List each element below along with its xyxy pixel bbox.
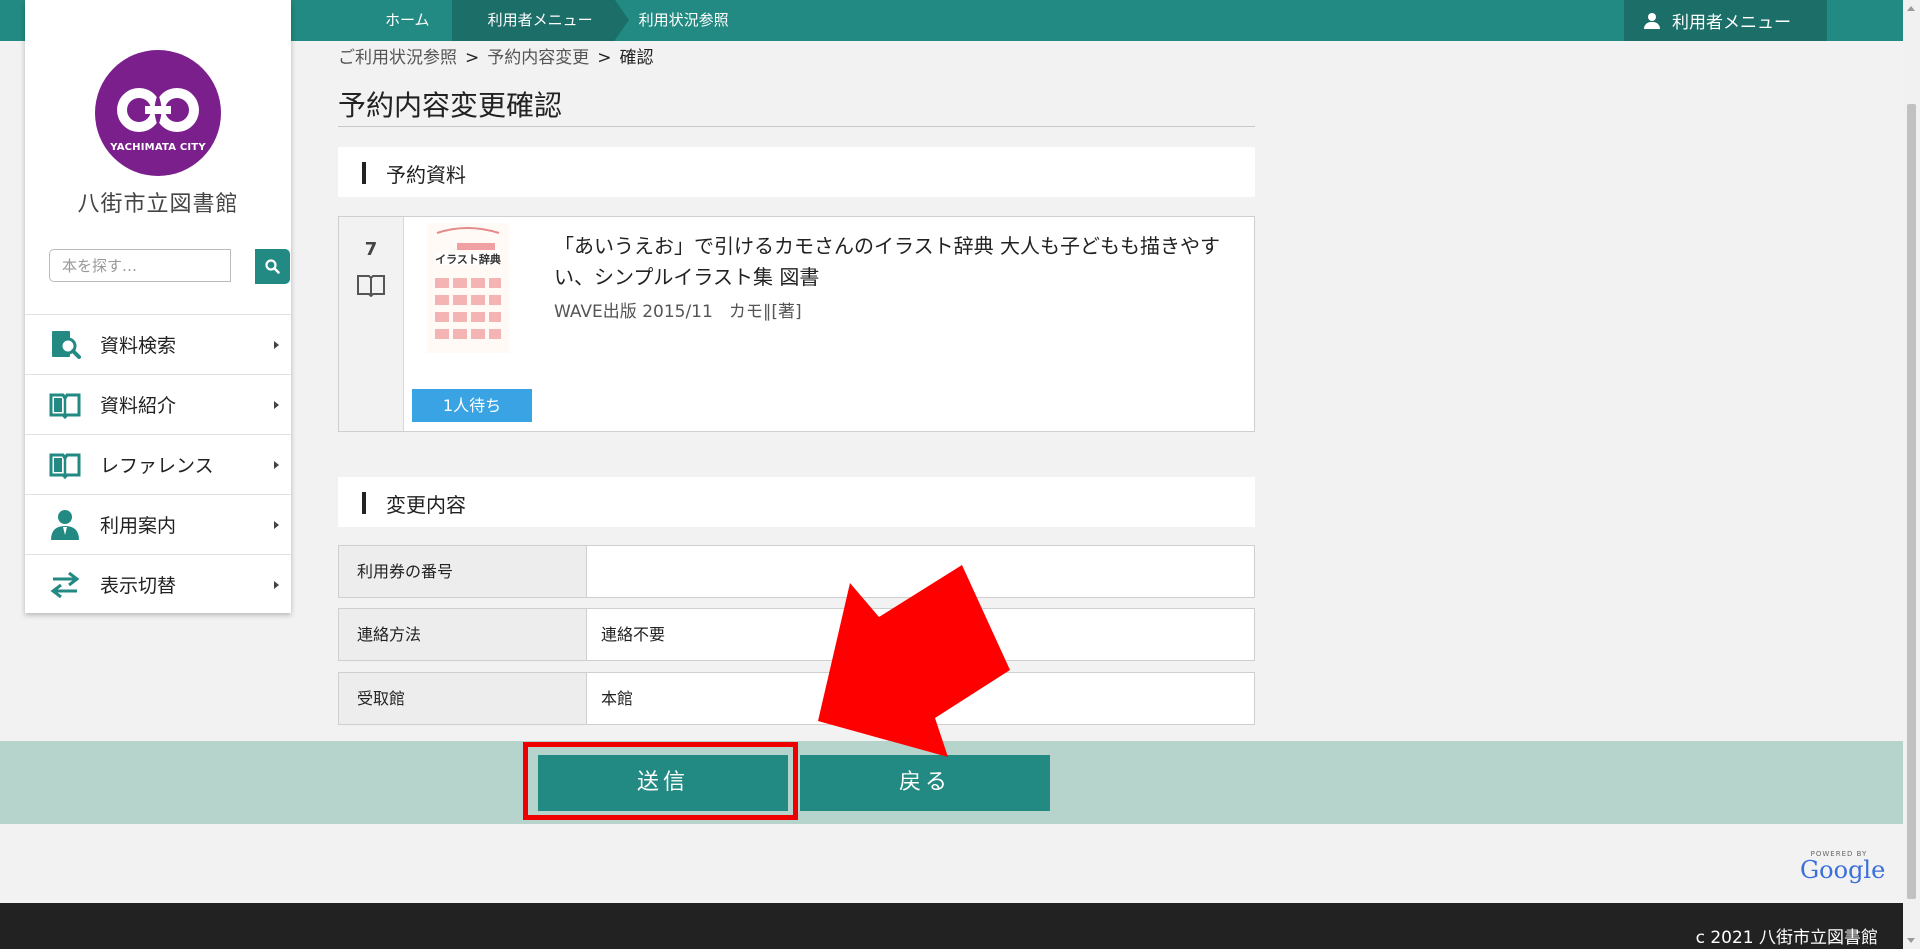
sidebar-item-display-switch[interactable]: 表示切替 — [25, 554, 291, 614]
top-breadcrumb: ホーム 利用者メニュー 利用状況参照 — [363, 0, 751, 41]
field-row-pickup-library: 受取館 本館 — [338, 672, 1255, 725]
search-input[interactable] — [49, 249, 231, 282]
top-crumb-home[interactable]: ホーム — [363, 0, 452, 41]
sidebar: YACHIMATA CITY 八街市立図書館 資料検索 — [25, 0, 291, 613]
breadcrumb: ご利用状況参照 > 予約内容変更 > 確認 — [338, 43, 654, 68]
chevron-right-icon — [274, 340, 279, 349]
field-label: 連絡方法 — [339, 609, 587, 660]
book-title[interactable]: 「あいうえお」で引けるカモさんのイラスト辞典 大人も子どもも描きやすい、シンプル… — [554, 231, 1244, 293]
field-value: 連絡不要 — [601, 625, 666, 644]
highlight-box — [523, 742, 798, 820]
reserved-section-heading: 予約資料 — [338, 147, 1255, 197]
google-logo-text: Google — [1800, 856, 1886, 884]
field-label: 受取館 — [339, 673, 587, 724]
breadcrumb-usage[interactable]: ご利用状況参照 — [338, 48, 457, 68]
book-author: カモ∥[著] — [728, 302, 802, 322]
sidebar-item-reference[interactable]: レファレンス — [25, 434, 291, 494]
title-divider — [338, 126, 1255, 127]
city-logo[interactable]: YACHIMATA CITY — [95, 50, 221, 176]
book-cover-title: イラスト辞典 — [435, 252, 501, 266]
user-menu-label: 利用者メニュー — [1672, 13, 1791, 33]
breadcrumb-change[interactable]: 予約内容変更 — [487, 48, 589, 68]
field-row-contact-method: 連絡方法 連絡不要 — [338, 608, 1255, 661]
scroll-up-icon[interactable] — [1907, 6, 1915, 11]
user-icon — [1644, 12, 1660, 29]
person-icon — [51, 510, 79, 540]
field-value: 本館 — [601, 689, 634, 708]
heading-bar — [362, 492, 366, 514]
copyright: c 2021 八街市立図書館 — [1695, 928, 1878, 948]
chevron-right-icon — [274, 580, 279, 589]
top-crumb-usage[interactable]: 利用状況参照 — [615, 0, 751, 41]
field-label: 利用券の番号 — [339, 546, 587, 597]
page-title: 予約内容変更確認 — [338, 89, 563, 122]
book-cover-illustration: イラスト辞典 — [427, 223, 509, 353]
scrollbar-thumb[interactable] — [1907, 104, 1916, 899]
top-crumb-user-menu[interactable]: 利用者メニュー — [451, 0, 629, 41]
back-button[interactable]: 戻る — [800, 755, 1050, 811]
logo-text: YACHIMATA CITY — [110, 142, 206, 153]
book-icon — [357, 275, 385, 297]
chevron-right-icon — [274, 520, 279, 529]
footer: c 2021 八街市立図書館 — [0, 903, 1903, 949]
page-scrollbar[interactable] — [1903, 0, 1920, 949]
sidebar-item-guide[interactable]: 利用案内 — [25, 494, 291, 554]
status-badge: 1人待ち — [412, 389, 532, 422]
open-book-icon — [49, 453, 81, 480]
search-icon — [265, 259, 280, 274]
sidebar-item-label: 資料紹介 — [100, 395, 177, 417]
book-number: 7 — [364, 239, 378, 260]
sidebar-item-material-intro[interactable]: 資料紹介 — [25, 374, 291, 434]
google-logo: Google — [1800, 858, 1885, 882]
field-row-card-number: 利用券の番号 — [338, 545, 1255, 598]
sidebar-search — [49, 249, 291, 284]
scroll-down-icon[interactable] — [1907, 938, 1915, 943]
reserved-book-card: 7 イラスト辞典 「あいうえお」で引けるカモさんのイラスト辞典 大人も子どもも描… — [338, 216, 1255, 432]
user-menu-button[interactable]: 利用者メニュー — [1624, 0, 1827, 41]
book-search-icon — [52, 331, 81, 359]
city-emblem-icon — [117, 88, 199, 132]
book-publisher-date: WAVE出版 2015/11 — [554, 302, 713, 322]
section-title: 予約資料 — [386, 163, 466, 187]
change-section-heading: 変更内容 — [338, 477, 1255, 527]
sidebar-item-label: 資料検索 — [100, 335, 177, 357]
book-cover-image[interactable]: イラスト辞典 — [427, 223, 509, 353]
heading-bar — [362, 162, 366, 184]
sidebar-item-label: レファレンス — [100, 455, 214, 477]
switch-arrows-icon — [50, 571, 80, 599]
sidebar-menu: 資料検索 資料紹介 レファレンス 利用案内 表示切替 — [25, 314, 291, 614]
search-button[interactable] — [255, 249, 290, 284]
section-title: 変更内容 — [386, 493, 466, 517]
breadcrumb-separator: > — [597, 48, 612, 68]
book-meta: WAVE出版 2015/11 カモ∥[著] — [554, 297, 802, 322]
breadcrumb-current: 確認 — [619, 48, 654, 68]
powered-by-google[interactable]: POWERED BY Google — [1800, 850, 1885, 882]
open-book-icon — [49, 393, 81, 420]
sidebar-item-material-search[interactable]: 資料検索 — [25, 314, 291, 374]
book-number-column: 7 — [339, 217, 404, 431]
sidebar-item-label: 表示切替 — [100, 575, 177, 597]
library-name: 八街市立図書館 — [77, 192, 239, 217]
breadcrumb-separator: > — [465, 48, 480, 68]
sidebar-item-label: 利用案内 — [100, 515, 177, 537]
chevron-right-icon — [274, 400, 279, 409]
chevron-right-icon — [274, 460, 279, 469]
